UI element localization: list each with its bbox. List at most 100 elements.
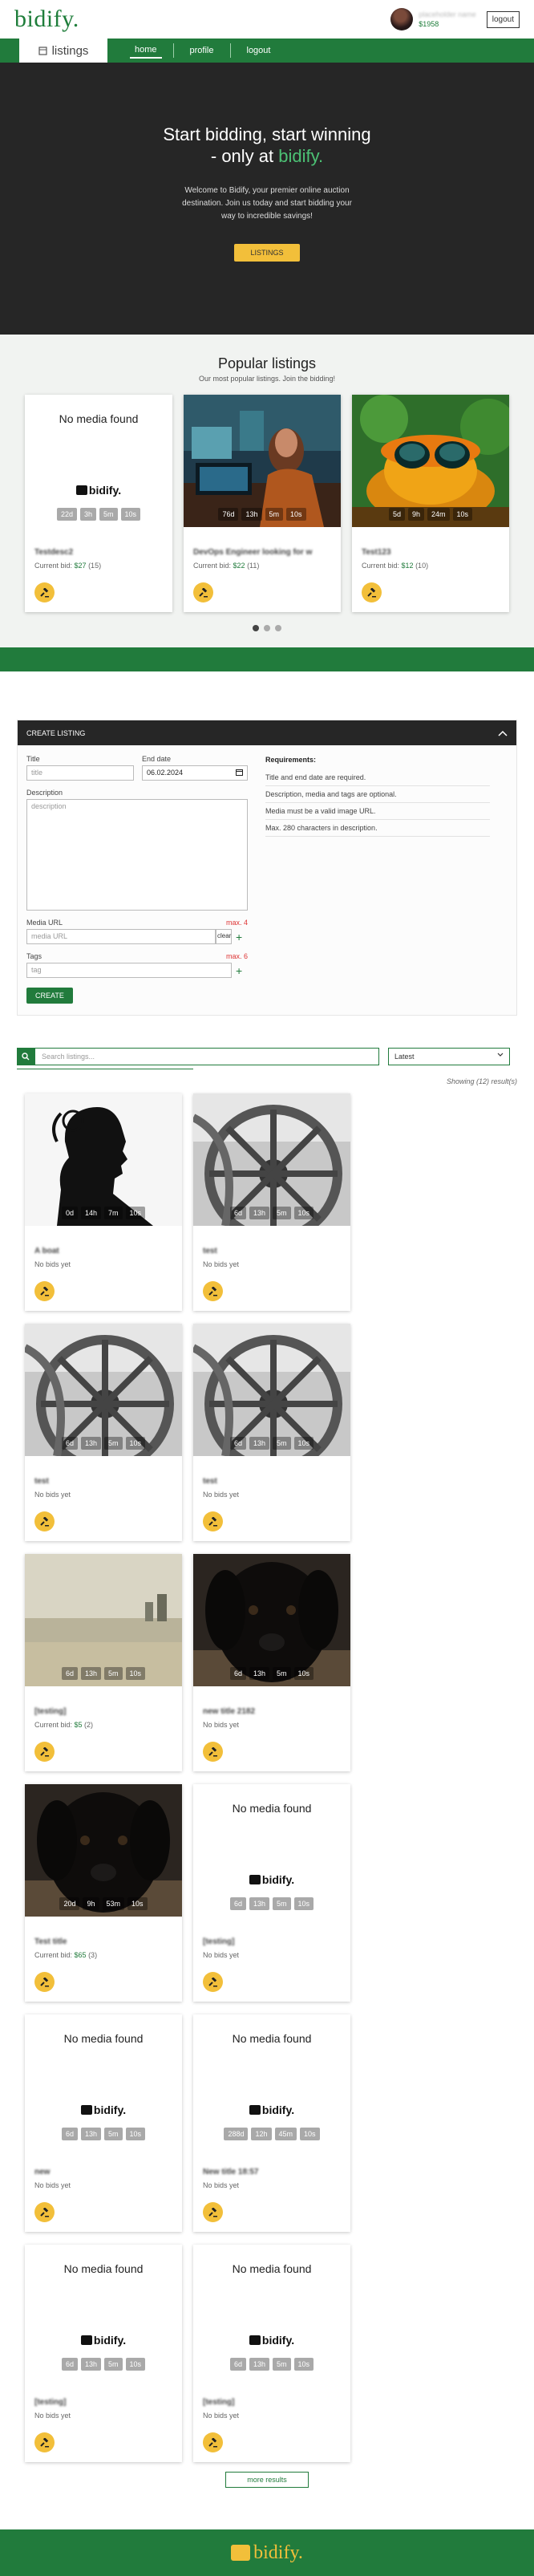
listing-card[interactable]: No media found bidify. 288d 12h 45m 10s New ti… <box>193 2014 350 2232</box>
bid-button[interactable] <box>203 1972 223 1992</box>
countdown: 22d 3h 5m 10s <box>25 508 172 521</box>
listing-card[interactable]: 20d 9h 53m 10s Test title Current bid: $65 (3… <box>25 1784 182 2002</box>
listing-title[interactable]: Test123 <box>362 548 500 558</box>
chevron-up-icon[interactable] <box>498 730 508 736</box>
bid-button[interactable] <box>34 1511 55 1531</box>
listing-card[interactable]: No media found bidify. 6d 13h 5m 10s new No bid… <box>25 2014 182 2232</box>
listing-card[interactable]: 6d 13h 5m 10s test No bids yet <box>193 1324 350 1541</box>
brand-logo[interactable]: bidify. <box>14 6 79 33</box>
listing-card[interactable]: 6d 13h 5m 10s new title 2182 No bids yet <box>193 1554 350 1771</box>
search-input[interactable]: Search listings... <box>34 1048 379 1065</box>
bid-button[interactable] <box>203 2202 223 2222</box>
timer-chip: 10s <box>293 1207 314 1219</box>
bid-button[interactable] <box>203 1281 223 1301</box>
placeholder-logo: bidify. <box>193 2334 350 2347</box>
search-icon[interactable] <box>17 1048 34 1065</box>
tab-listings-label: listings <box>51 43 89 58</box>
listing-title[interactable]: A boat <box>34 1247 172 1257</box>
current-bid: No bids yet <box>203 1721 240 1729</box>
listing-title[interactable]: test <box>203 1477 341 1487</box>
sort-select[interactable]: Latest <box>388 1048 510 1065</box>
bid-button[interactable] <box>34 1281 55 1301</box>
timer-chip: 13h <box>249 1207 269 1219</box>
bid-button[interactable] <box>34 582 55 602</box>
listing-title[interactable]: new <box>34 2168 172 2178</box>
requirements: Requirements: Title and end date are req… <box>265 755 490 1004</box>
footer-logo[interactable]: bidify. <box>231 2542 303 2564</box>
bid-button[interactable] <box>34 1742 55 1762</box>
listing-card[interactable]: 6d 13h 5m 10s [testing] Current bid: $5 (2) <box>25 1554 182 1771</box>
bid-button[interactable] <box>362 582 382 602</box>
current-bid: Current bid: $12 (10) <box>362 562 429 570</box>
timer-chip: 10s <box>127 1897 148 1910</box>
listing-card[interactable]: 76d 13h 5m 10s DevOps Engineer looking for w… <box>184 395 341 612</box>
bid-button[interactable] <box>203 1511 223 1531</box>
timer-chip: 7m <box>104 1207 123 1219</box>
listing-image[interactable]: 6d 13h 5m 10s <box>193 1324 350 1456</box>
countdown: 6d 13h 5m 10s <box>25 2128 182 2140</box>
listing-image[interactable]: 20d 9h 53m 10s <box>25 1784 182 1917</box>
listing-card[interactable]: 6d 13h 5m 10s test No bids yet <box>25 1324 182 1541</box>
title-input[interactable]: title <box>26 765 134 781</box>
carousel-dot[interactable] <box>275 625 281 631</box>
carousel-dot[interactable] <box>253 625 259 631</box>
listing-card[interactable]: No media found bidify. 22d 3h 5m 10s Testdesc2… <box>25 395 172 612</box>
carousel-dot[interactable] <box>264 625 270 631</box>
listing-card[interactable]: 5d 9h 24m 10s Test123 Current bid: $12 (10) <box>352 395 509 612</box>
listing-card[interactable]: No media found bidify. 6d 13h 5m 10s [testing]… <box>193 2245 350 2462</box>
listing-image[interactable]: 6d 13h 5m 10s <box>193 1554 350 1686</box>
bid-button[interactable] <box>193 582 213 602</box>
media-url-input[interactable]: media URL <box>26 929 216 944</box>
listing-card[interactable]: 0d 14h 7m 10s A boat No bids yet <box>25 1093 182 1311</box>
listings-button[interactable]: LISTINGS <box>234 244 300 262</box>
description-textarea[interactable]: description <box>26 799 248 911</box>
tag-input[interactable]: tag <box>26 963 232 978</box>
listing-title[interactable]: [testing] <box>203 1937 341 1948</box>
end-date-input[interactable]: 06.02.2024 <box>142 765 248 781</box>
username: placeholder name <box>419 10 476 18</box>
listing-title[interactable]: New title 18:57 <box>203 2168 341 2178</box>
listing-title[interactable]: test <box>34 1477 172 1487</box>
bid-button[interactable] <box>34 1972 55 1992</box>
create-button[interactable]: CREATE <box>26 988 73 1004</box>
listing-image[interactable]: 5d 9h 24m 10s <box>352 395 509 527</box>
listing-title[interactable]: [testing] <box>34 2398 172 2408</box>
nav-logout[interactable]: logout <box>242 43 276 58</box>
tab-listings[interactable]: listings <box>19 39 107 63</box>
listing-title[interactable]: Testdesc2 <box>34 548 163 558</box>
listing-title[interactable]: new title 2182 <box>203 1707 341 1718</box>
timer-chip: 13h <box>241 508 262 521</box>
listing-title[interactable]: test <box>203 1247 341 1257</box>
bid-button[interactable] <box>203 1742 223 1762</box>
end-date-label: End date <box>142 755 172 763</box>
gavel-icon <box>208 1516 217 1526</box>
bid-button[interactable] <box>34 2202 55 2222</box>
listing-image[interactable]: 0d 14h 7m 10s <box>25 1093 182 1226</box>
avatar[interactable] <box>390 8 414 30</box>
listing-card[interactable]: 6d 13h 5m 10s test No bids yet <box>193 1093 350 1311</box>
gavel-logo-icon <box>249 2105 261 2115</box>
logout-button[interactable]: logout <box>486 10 520 28</box>
bid-button[interactable] <box>203 2432 223 2452</box>
listing-image[interactable]: 6d 13h 5m 10s <box>25 1324 182 1456</box>
listing-title[interactable]: [testing] <box>203 2398 341 2408</box>
listing-card[interactable]: No media found bidify. 6d 13h 5m 10s [testing]… <box>25 2245 182 2462</box>
more-results-button[interactable]: more results <box>225 2472 309 2488</box>
listing-card[interactable]: No media found bidify. 6d 13h 5m 10s [testing]… <box>193 1784 350 2002</box>
clear-button[interactable]: clear <box>216 929 232 944</box>
listing-image[interactable]: 6d 13h 5m 10s <box>193 1093 350 1226</box>
listing-title[interactable]: Test title <box>34 1937 172 1948</box>
no-media-placeholder: No media found bidify. 288d 12h 45m 10s <box>193 2014 350 2147</box>
listing-image[interactable]: 6d 13h 5m 10s <box>25 1554 182 1686</box>
nav-profile[interactable]: profile <box>185 43 219 58</box>
calendar-icon[interactable] <box>236 769 243 776</box>
nav-home[interactable]: home <box>130 43 162 59</box>
add-media-icon[interactable]: + <box>236 931 242 943</box>
listing-title[interactable]: [testing] <box>34 1707 172 1718</box>
listing-title[interactable]: DevOps Engineer looking for w <box>193 548 331 558</box>
add-tag-icon[interactable]: + <box>236 964 242 977</box>
gavel-icon <box>39 1746 49 1756</box>
listing-image[interactable]: 76d 13h 5m 10s <box>184 395 341 527</box>
bid-button[interactable] <box>34 2432 55 2452</box>
create-listing-header[interactable]: CREATE LISTING <box>18 720 516 745</box>
